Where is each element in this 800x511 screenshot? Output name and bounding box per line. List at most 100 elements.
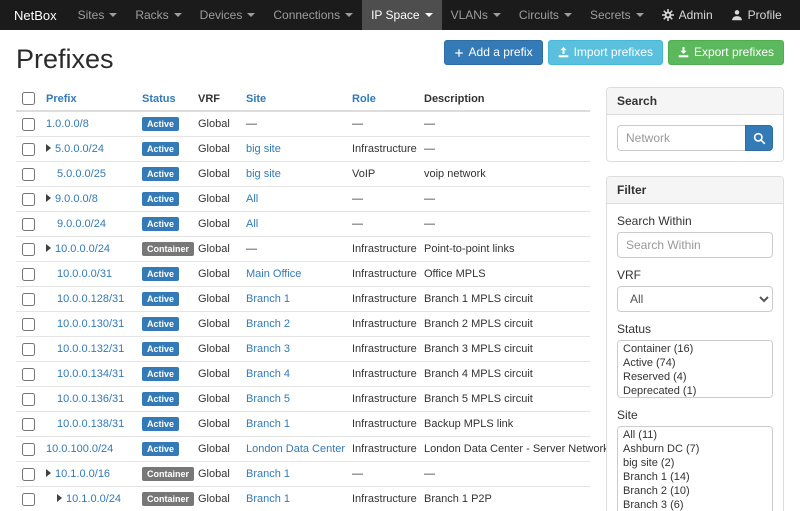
site-filter-select[interactable]: All (11)Ashburn DC (7)big site (2)Branch… [617, 426, 773, 511]
description-value: Branch 2 MPLS circuit [424, 318, 533, 330]
description-value: Branch 5 MPLS circuit [424, 393, 533, 405]
prefix-link[interactable]: 10.0.100.0/24 [46, 443, 113, 455]
select-all-checkbox[interactable] [22, 92, 35, 105]
description-value: London Data Center - Server Network [424, 443, 609, 455]
status-filter-label: Status [617, 322, 773, 336]
status-filter-select[interactable]: Container (16)Active (74)Reserved (4)Dep… [617, 340, 773, 398]
row-checkbox[interactable] [22, 343, 35, 356]
nav-menu-item[interactable]: Secrets [581, 0, 653, 30]
table-row: 10.0.0.138/31 Active Global Branch 1 Inf… [16, 412, 590, 437]
description-value: — [424, 218, 435, 230]
prefix-link[interactable]: 5.0.0.0/25 [57, 168, 106, 180]
role-value: Infrastructure [352, 243, 417, 255]
col-header-prefix[interactable]: Prefix [40, 87, 136, 111]
nav-menu-item[interactable]: IP Space [362, 0, 441, 30]
site-link[interactable]: All [246, 193, 258, 205]
prefix-link[interactable]: 10.0.0.132/31 [57, 343, 124, 355]
navbar-brand[interactable]: NetBox [14, 0, 69, 30]
nav-menu-item[interactable]: VLANs [442, 0, 510, 30]
row-checkbox[interactable] [22, 293, 35, 306]
prefix-link[interactable]: 9.0.0.0/8 [55, 193, 98, 205]
site-link[interactable]: London Data Center [246, 443, 345, 455]
site-link[interactable]: big site [246, 143, 281, 155]
admin-link[interactable]: Admin [653, 0, 722, 30]
prefix-link[interactable]: 5.0.0.0/24 [55, 143, 104, 155]
profile-link[interactable]: Profile [722, 0, 791, 30]
row-checkbox[interactable] [22, 443, 35, 456]
prefix-link[interactable]: 10.0.0.138/31 [57, 418, 124, 430]
site-link[interactable]: big site [246, 168, 281, 180]
prefix-link[interactable]: 1.0.0.0/8 [46, 118, 89, 130]
search-within-input[interactable] [617, 232, 773, 258]
prefix-link[interactable]: 10.0.0.134/31 [57, 368, 124, 380]
site-link[interactable]: Branch 1 [246, 493, 290, 505]
import-prefixes-button[interactable]: Import prefixes [548, 40, 663, 65]
description-value: Branch 3 MPLS circuit [424, 343, 533, 355]
site-link[interactable]: Branch 5 [246, 393, 290, 405]
table-row: 10.0.0.128/31 Active Global Branch 1 Inf… [16, 287, 590, 312]
prefix-link[interactable]: 10.1.0.0/24 [66, 493, 121, 505]
col-header-vrf[interactable]: VRF [192, 87, 240, 111]
vrf-value: Global [198, 318, 230, 330]
vrf-value: Global [198, 393, 230, 405]
vrf-filter-select[interactable]: All [617, 286, 773, 312]
site-link[interactable]: Branch 2 [246, 318, 290, 330]
prefix-link[interactable]: 10.0.0.130/31 [57, 318, 124, 330]
nav-menu-label: Sites [78, 8, 105, 22]
add-prefix-button[interactable]: Add a prefix [444, 40, 543, 65]
table-row: 9.0.0.0/24 Active Global All — — [16, 212, 590, 237]
col-header-role[interactable]: Role [346, 87, 418, 111]
site-link[interactable]: Branch 3 [246, 343, 290, 355]
logout-link[interactable]: Log out [791, 0, 800, 30]
status-badge: Active [142, 292, 179, 306]
prefix-link[interactable]: 9.0.0.0/24 [57, 218, 106, 230]
row-checkbox[interactable] [22, 168, 35, 181]
row-checkbox[interactable] [22, 318, 35, 331]
vrf-value: Global [198, 218, 230, 230]
site-link[interactable]: Branch 1 [246, 418, 290, 430]
row-checkbox[interactable] [22, 143, 35, 156]
status-badge: Active [142, 342, 179, 356]
row-checkbox[interactable] [22, 118, 35, 131]
site-link[interactable]: — [246, 243, 257, 255]
nav-menu-item[interactable]: Sites [69, 0, 127, 30]
row-checkbox[interactable] [22, 393, 35, 406]
col-header-site[interactable]: Site [240, 87, 346, 111]
row-checkbox[interactable] [22, 193, 35, 206]
site-link[interactable]: Branch 1 [246, 293, 290, 305]
site-link[interactable]: Branch 4 [246, 368, 290, 380]
prefix-link[interactable]: 10.1.0.0/16 [55, 468, 110, 480]
nav-menu-item[interactable]: Connections [264, 0, 362, 30]
search-input[interactable] [617, 125, 745, 151]
site-link[interactable]: Branch 1 [246, 468, 290, 480]
prefix-link[interactable]: 10.0.0.0/24 [55, 243, 110, 255]
site-link[interactable]: Main Office [246, 268, 301, 280]
vrf-value: Global [198, 343, 230, 355]
prefix-link[interactable]: 10.0.0.136/31 [57, 393, 124, 405]
nav-menu-item[interactable]: Circuits [510, 0, 581, 30]
row-checkbox[interactable] [22, 418, 35, 431]
prefix-link[interactable]: 10.0.0.0/31 [57, 268, 112, 280]
table-row: 10.0.100.0/24 Active Global London Data … [16, 437, 590, 462]
row-checkbox[interactable] [22, 493, 35, 506]
row-checkbox[interactable] [22, 243, 35, 256]
status-badge: Active [142, 117, 179, 131]
row-checkbox[interactable] [22, 218, 35, 231]
prefix-link[interactable]: 10.0.0.128/31 [57, 293, 124, 305]
row-checkbox[interactable] [22, 268, 35, 281]
row-checkbox[interactable] [22, 468, 35, 481]
export-prefixes-button[interactable]: Export prefixes [668, 40, 784, 65]
role-value: VoIP [352, 168, 375, 180]
status-badge: Container [142, 492, 194, 506]
nav-menu-item[interactable]: Racks [126, 0, 190, 30]
col-header-status[interactable]: Status [136, 87, 192, 111]
role-value: Infrastructure [352, 393, 417, 405]
status-badge: Active [142, 267, 179, 281]
nav-menu-item[interactable]: Devices [191, 0, 265, 30]
table-row: 1.0.0.0/8 Active Global — — — [16, 111, 590, 137]
search-button[interactable] [745, 125, 773, 151]
site-link[interactable]: — [246, 118, 257, 130]
site-link[interactable]: All [246, 218, 258, 230]
chevron-down-icon [425, 13, 433, 17]
row-checkbox[interactable] [22, 368, 35, 381]
